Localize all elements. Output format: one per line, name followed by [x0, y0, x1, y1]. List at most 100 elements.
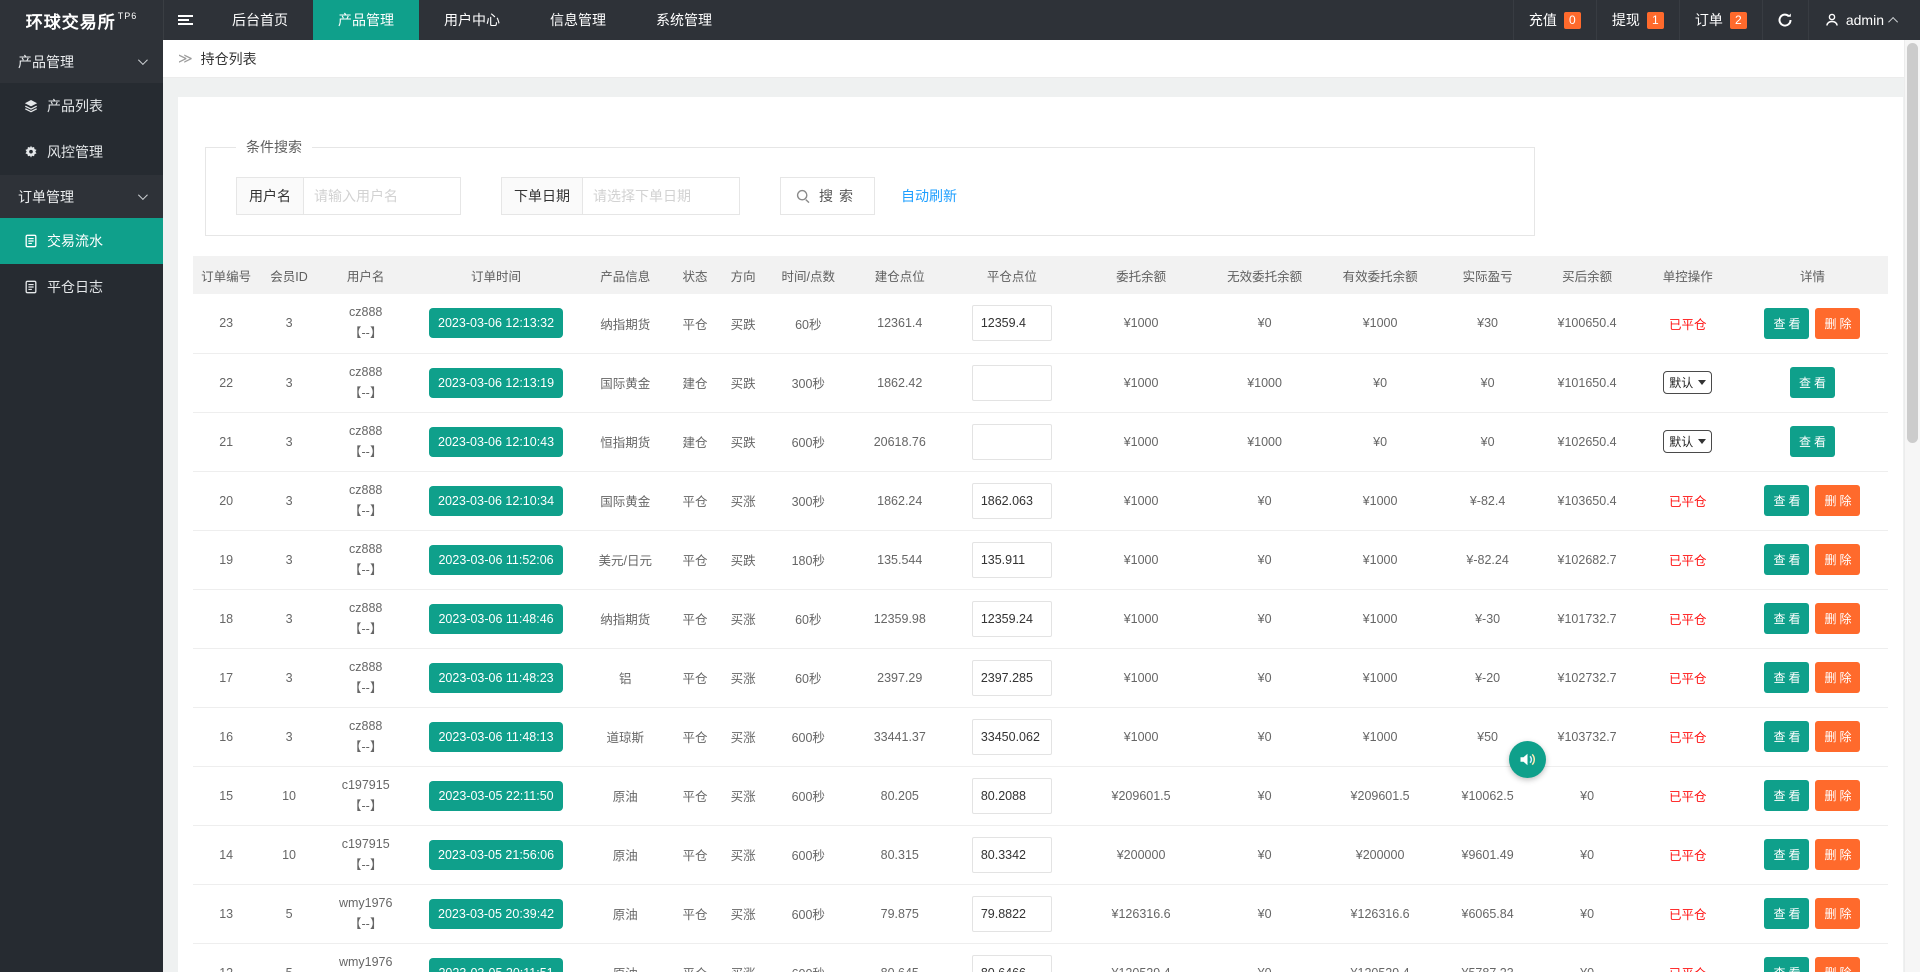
close-point-input[interactable]: [971, 482, 1052, 519]
control-cell: 已平仓: [1638, 943, 1737, 972]
delete-button[interactable]: 删除: [1815, 662, 1861, 693]
close-point-input[interactable]: [971, 541, 1052, 578]
nav-item-user-center[interactable]: 用户中心: [419, 0, 525, 40]
order-time-button[interactable]: 2023-03-05 20:39:42: [429, 898, 564, 929]
detail-cell: 查看删除: [1736, 825, 1888, 885]
order-time-button[interactable]: 2023-03-06 11:48:46: [429, 603, 563, 634]
direction-label: 买涨: [719, 589, 768, 649]
order-time-button[interactable]: 2023-03-06 12:13:32: [429, 308, 564, 339]
order-id: 19: [193, 530, 260, 590]
close-point-input[interactable]: [971, 718, 1052, 755]
quick-withdraw[interactable]: 提现 1: [1595, 0, 1679, 40]
view-button[interactable]: 查看: [1789, 367, 1835, 398]
close-point-input[interactable]: [971, 305, 1052, 342]
close-point-input[interactable]: [971, 423, 1052, 460]
direction-label: 买涨: [719, 707, 768, 767]
view-button[interactable]: 查看: [1764, 307, 1810, 339]
duration-label: 600秒: [767, 825, 850, 885]
sidebar-toggle-icon[interactable]: [163, 0, 207, 40]
column-header: 方向: [719, 256, 768, 294]
direction-label: 买跌: [719, 353, 768, 413]
nav-item-product[interactable]: 产品管理: [313, 0, 419, 40]
detail-cell: 查看删除: [1736, 943, 1888, 972]
view-button[interactable]: 查看: [1764, 603, 1810, 634]
view-button[interactable]: 查看: [1764, 544, 1810, 575]
view-button[interactable]: 查看: [1789, 426, 1835, 457]
actual-profit: ¥5787.23: [1439, 943, 1536, 972]
product-name: 国际黄金: [579, 353, 672, 413]
product-name: 纳指期货: [579, 589, 672, 649]
order-time-button[interactable]: 2023-03-05 22:11:50: [429, 780, 563, 811]
username-cell: cz888 【--】: [318, 412, 413, 472]
view-button[interactable]: 查看: [1764, 957, 1810, 972]
sidebar-group-1[interactable]: 订单管理: [0, 175, 163, 218]
sidebar-group-label: 产品管理: [18, 53, 74, 70]
floating-audio-button[interactable]: [1509, 741, 1546, 778]
close-point-input[interactable]: [971, 364, 1052, 401]
order-time-button[interactable]: 2023-03-05 21:56:06: [429, 839, 564, 870]
table-row: 19 3 cz888 【--】 2023-03-06 11:52:06 美元/日元…: [193, 530, 1888, 590]
delete-button[interactable]: 删除: [1815, 898, 1861, 929]
order-time-button[interactable]: 2023-03-06 11:48:13: [429, 721, 563, 752]
view-button[interactable]: 查看: [1764, 780, 1810, 811]
auto-refresh-link[interactable]: 自动刷新: [901, 186, 957, 206]
view-button[interactable]: 查看: [1764, 662, 1810, 693]
search-button[interactable]: 搜索: [780, 177, 875, 215]
order-id: 17: [193, 648, 260, 708]
status-label: 平仓: [671, 294, 720, 354]
order-time-button[interactable]: 2023-03-06 11:52:06: [429, 544, 563, 575]
nav-item-home[interactable]: 后台首页: [207, 0, 313, 40]
product-name: 纳指期货: [579, 294, 672, 354]
delete-button[interactable]: 删除: [1815, 839, 1861, 870]
user-menu[interactable]: admin: [1807, 0, 1920, 40]
sidebar-group-0[interactable]: 产品管理: [0, 40, 163, 83]
sidebar-item-close-log[interactable]: 平仓日志: [0, 264, 163, 310]
view-button[interactable]: 查看: [1764, 721, 1810, 752]
sidebar-item-risk-control[interactable]: 风控管理: [0, 129, 163, 175]
control-select[interactable]: 默认: [1663, 371, 1713, 394]
delete-button[interactable]: 删除: [1815, 603, 1861, 634]
table-row: 14 10 c197915 【--】 2023-03-05 21:56:06 原油…: [193, 825, 1888, 885]
close-point-input[interactable]: [971, 659, 1052, 696]
sidebar-item-trade-flow[interactable]: 交易流水: [0, 218, 163, 264]
order-time-button[interactable]: 2023-03-06 12:10:43: [429, 426, 564, 457]
close-point-input[interactable]: [971, 777, 1052, 814]
close-point-input[interactable]: [971, 600, 1052, 637]
entrust-balance: ¥1000: [1073, 412, 1209, 472]
quick-orders[interactable]: 订单 2: [1678, 0, 1762, 40]
delete-button[interactable]: 删除: [1815, 721, 1861, 752]
delete-button[interactable]: 删除: [1815, 957, 1861, 972]
invalid-entrust-balance: ¥1000: [1208, 412, 1321, 472]
order-time-button[interactable]: 2023-03-06 12:10:34: [429, 485, 564, 516]
close-point-input[interactable]: [971, 836, 1052, 873]
close-point-input[interactable]: [971, 954, 1052, 972]
nav-item-info[interactable]: 信息管理: [525, 0, 631, 40]
order-time-button[interactable]: 2023-03-06 12:13:19: [429, 367, 564, 398]
open-point: 20618.76: [849, 412, 951, 472]
order-date-input[interactable]: [582, 177, 740, 215]
delete-button[interactable]: 删除: [1815, 780, 1861, 811]
balance-after-buy: ¥103732.7: [1535, 707, 1639, 767]
scrollbar-thumb[interactable]: [1907, 43, 1918, 443]
view-button[interactable]: 查看: [1764, 898, 1810, 929]
delete-button[interactable]: 删除: [1815, 307, 1861, 339]
delete-button[interactable]: 删除: [1815, 485, 1861, 516]
refresh-icon[interactable]: [1761, 0, 1808, 40]
balance-after-buy: ¥0: [1535, 825, 1639, 885]
view-button[interactable]: 查看: [1764, 839, 1810, 870]
order-id: 18: [193, 589, 260, 649]
close-point-input[interactable]: [971, 895, 1052, 932]
delete-button[interactable]: 删除: [1815, 544, 1861, 575]
breadcrumb: ≫ 持仓列表: [163, 40, 1920, 78]
quick-recharge[interactable]: 充值 0: [1512, 0, 1596, 40]
nav-item-system[interactable]: 系统管理: [631, 0, 737, 40]
sidebar-item-product-list[interactable]: 产品列表: [0, 83, 163, 129]
topbar: 环球交易所 TP6 后台首页 产品管理 用户中心 信息管理 系统管理 充值 0 提现 1 …: [0, 0, 1920, 40]
control-select[interactable]: 默认: [1663, 430, 1713, 453]
actual-profit: ¥-82.4: [1439, 471, 1536, 531]
order-time-button[interactable]: 2023-03-05 20:11:51: [429, 957, 563, 972]
invalid-entrust-balance: ¥1000: [1208, 353, 1321, 413]
view-button[interactable]: 查看: [1764, 485, 1810, 516]
order-time-button[interactable]: 2023-03-06 11:48:23: [429, 662, 563, 693]
username-input[interactable]: [303, 177, 461, 215]
